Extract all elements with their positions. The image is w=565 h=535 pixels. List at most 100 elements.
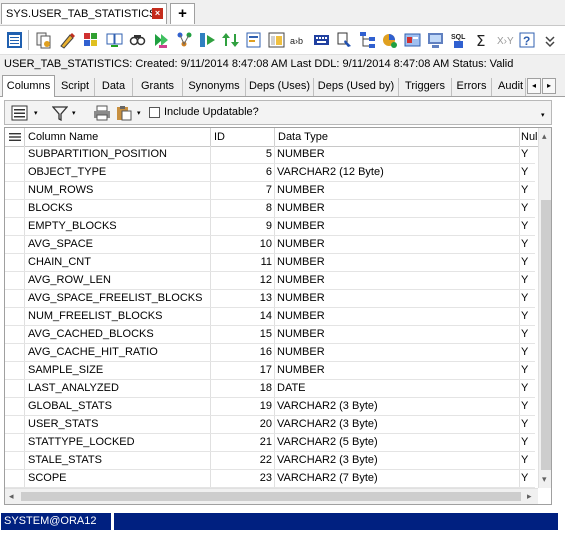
cell-id[interactable]: 22 <box>211 452 275 469</box>
tab-errors[interactable]: Errors <box>452 78 492 96</box>
cell-column-name[interactable]: NUM_FREELIST_BLOCKS <box>25 308 211 325</box>
cell-null[interactable]: Y <box>520 398 535 415</box>
table-row[interactable]: LAST_ANALYZED 18 DATE Y <box>5 380 535 398</box>
row-selector[interactable] <box>5 218 25 235</box>
cell-null[interactable]: Y <box>520 326 535 343</box>
cell-null[interactable]: Y <box>520 416 535 433</box>
table-row[interactable]: NUM_ROWS 7 NUMBER Y <box>5 182 535 200</box>
cell-column-name[interactable]: LAST_ANALYZED <box>25 380 211 397</box>
cell-column-name[interactable]: OBJECT_TYPE <box>25 164 211 181</box>
keyboard-icon[interactable] <box>313 31 330 49</box>
cell-null[interactable]: Y <box>520 254 535 271</box>
new-tab-button[interactable]: + <box>170 3 195 24</box>
cell-id[interactable]: 20 <box>211 416 275 433</box>
paste-dropdown-icon[interactable]: ▾ <box>137 109 141 117</box>
cell-null[interactable]: Y <box>520 380 535 397</box>
cell-data-type[interactable]: NUMBER <box>275 236 520 253</box>
vertical-scrollbar[interactable]: ▴ ▾ <box>538 128 551 488</box>
cell-column-name[interactable]: BLOCKS <box>25 200 211 217</box>
close-tab-icon[interactable]: × <box>152 8 163 19</box>
document-tab-user-tab-statistics[interactable]: SYS.USER_TAB_STATISTICS × <box>1 3 167 24</box>
cell-column-name[interactable]: AVG_CACHED_BLOCKS <box>25 326 211 343</box>
cell-id[interactable]: 23 <box>211 470 275 487</box>
chart-icon[interactable] <box>381 31 398 49</box>
horizontal-scrollbar[interactable]: ◂ ▸ <box>5 488 538 504</box>
row-selector[interactable] <box>5 434 25 451</box>
cell-id[interactable]: 14 <box>211 308 275 325</box>
row-selector[interactable] <box>5 182 25 199</box>
cell-data-type[interactable]: VARCHAR2 (5 Byte) <box>275 434 520 451</box>
cell-id[interactable]: 6 <box>211 164 275 181</box>
cell-column-name[interactable]: AVG_SPACE <box>25 236 211 253</box>
cell-id[interactable]: 5 <box>211 146 275 163</box>
cell-column-name[interactable]: NUM_ROWS <box>25 182 211 199</box>
tab-data[interactable]: Data <box>95 78 133 96</box>
cell-data-type[interactable]: NUMBER <box>275 146 520 163</box>
column-header-column-name[interactable]: Column Name <box>25 128 211 146</box>
tab-scroll-left-icon[interactable]: ◂ <box>527 78 541 94</box>
row-selector[interactable] <box>5 344 25 361</box>
table-row[interactable]: SCOPE 23 VARCHAR2 (7 Byte) Y <box>5 470 535 488</box>
cell-data-type[interactable]: VARCHAR2 (3 Byte) <box>275 416 520 433</box>
column-header-id[interactable]: ID <box>211 128 275 146</box>
cell-data-type[interactable]: NUMBER <box>275 326 520 343</box>
cell-null[interactable]: Y <box>520 344 535 361</box>
cell-null[interactable]: Y <box>520 290 535 307</box>
cell-data-type[interactable]: NUMBER <box>275 308 520 325</box>
cell-null[interactable]: Y <box>520 182 535 199</box>
filter-object-icon[interactable] <box>336 31 353 49</box>
table-row[interactable]: SUBPARTITION_POSITION 5 NUMBER Y <box>5 146 535 164</box>
column-header-null[interactable]: Null <box>520 128 540 146</box>
cell-data-type[interactable]: VARCHAR2 (3 Byte) <box>275 398 520 415</box>
table-row[interactable]: BLOCKS 8 NUMBER Y <box>5 200 535 218</box>
cell-column-name[interactable]: AVG_SPACE_FREELIST_BLOCKS <box>25 290 211 307</box>
table-row[interactable]: GLOBAL_STATS 19 VARCHAR2 (3 Byte) Y <box>5 398 535 416</box>
cell-data-type[interactable]: NUMBER <box>275 218 520 235</box>
tab-synonyms[interactable]: Synonyms <box>183 78 246 96</box>
table-row[interactable]: EMPTY_BLOCKS 9 NUMBER Y <box>5 218 535 236</box>
cell-id[interactable]: 8 <box>211 200 275 217</box>
cell-null[interactable]: Y <box>520 308 535 325</box>
cell-null[interactable]: Y <box>520 470 535 487</box>
cell-data-type[interactable]: NUMBER <box>275 362 520 379</box>
tab-scroll-right-icon[interactable]: ▸ <box>542 78 556 94</box>
cell-id[interactable]: 7 <box>211 182 275 199</box>
cell-data-type[interactable]: VARCHAR2 (7 Byte) <box>275 470 520 487</box>
row-selector[interactable] <box>5 416 25 433</box>
xy-icon[interactable]: X›Y <box>497 31 514 49</box>
row-selector[interactable] <box>5 254 25 271</box>
properties-icon[interactable] <box>245 31 262 49</box>
grant-icon[interactable] <box>82 31 99 49</box>
cell-column-name[interactable]: CHAIN_CNT <box>25 254 211 271</box>
grid-toolbar-overflow-icon[interactable]: ▾ <box>541 111 545 119</box>
cell-id[interactable]: 21 <box>211 434 275 451</box>
help-icon[interactable]: ? <box>519 31 536 49</box>
column-header-data-type[interactable]: Data Type <box>275 128 520 146</box>
scroll-down-icon[interactable]: ▾ <box>542 474 547 485</box>
cell-column-name[interactable]: EMPTY_BLOCKS <box>25 218 211 235</box>
vertical-scroll-thumb[interactable] <box>541 200 551 470</box>
row-selector[interactable] <box>5 200 25 217</box>
grid-options-dropdown-icon[interactable]: ▾ <box>34 109 38 117</box>
row-selector-header[interactable] <box>5 128 25 146</box>
cell-null[interactable]: Y <box>520 362 535 379</box>
cell-column-name[interactable]: STALE_STATS <box>25 452 211 469</box>
ab-rename-icon[interactable]: a›b <box>290 31 307 49</box>
edit-data-icon[interactable] <box>59 31 76 49</box>
execute-icon[interactable] <box>199 31 216 49</box>
table-row[interactable]: SAMPLE_SIZE 17 NUMBER Y <box>5 362 535 380</box>
row-selector[interactable] <box>5 326 25 343</box>
cell-column-name[interactable]: USER_STATS <box>25 416 211 433</box>
cell-data-type[interactable]: NUMBER <box>275 290 520 307</box>
export-icon[interactable] <box>427 31 444 49</box>
cell-id[interactable]: 17 <box>211 362 275 379</box>
scroll-right-icon[interactable]: ▸ <box>527 491 532 502</box>
cell-null[interactable]: Y <box>520 236 535 253</box>
table-row[interactable]: STALE_STATS 22 VARCHAR2 (3 Byte) Y <box>5 452 535 470</box>
cell-data-type[interactable]: NUMBER <box>275 200 520 217</box>
toolbar-overflow-icon[interactable] <box>543 31 557 49</box>
connection-status[interactable]: SYSTEM@ORA12 <box>1 513 111 530</box>
cell-null[interactable]: Y <box>520 452 535 469</box>
cell-id[interactable]: 10 <box>211 236 275 253</box>
table-row[interactable]: AVG_SPACE_FREELIST_BLOCKS 13 NUMBER Y <box>5 290 535 308</box>
